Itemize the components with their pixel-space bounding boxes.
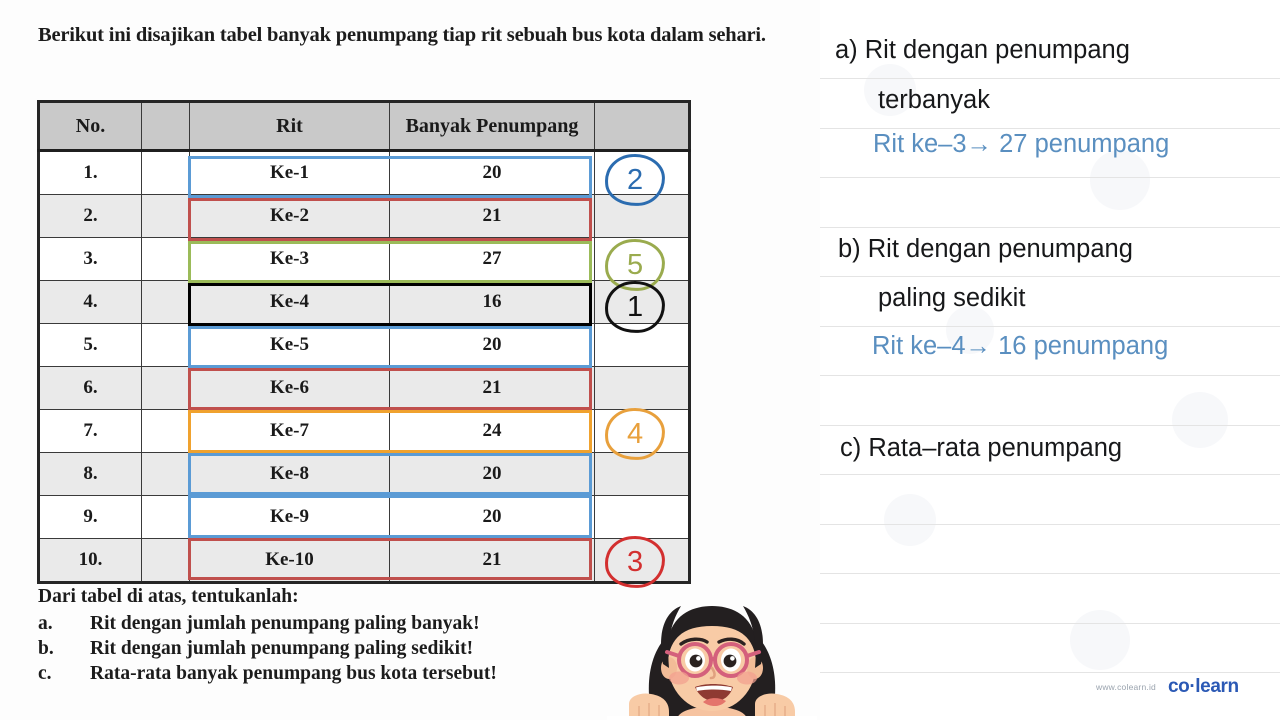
answer-result-line: Rit ke–4→ 16 penumpang [872,332,1169,360]
cell-no: 2. [38,194,142,238]
question-text-c: Rata-rata banyak penumpang bus kota ters… [90,662,497,684]
answer-question-line: terbanyak [878,86,990,114]
notebook-rule-line [820,78,1280,79]
cell-spacer [141,323,190,367]
header-banyak-penumpang: Banyak Penumpang [389,101,595,152]
table-row: 1. Ke-1 20 [38,150,690,195]
table-row: 3. Ke-3 27 [38,237,690,281]
notebook-rule-line [820,276,1280,277]
brand-logo: www.colearn.id co·learn [1096,676,1239,698]
answer-question-line: a) Rit dengan penumpang [835,36,1130,64]
passenger-table: No. Rit Banyak Penumpang 1. Ke-1 20 2. Ke-2 2… [37,100,691,584]
cell-spacer [141,538,190,583]
cell-spacer [141,150,190,195]
cell-no: 7. [38,409,142,453]
question-letter-a: a. [38,612,53,634]
question-item-c: c. Rata-rata banyak penumpang bus kota t… [38,662,638,687]
cell-no: 6. [38,366,142,410]
answer-question-line: paling sedikit [878,284,1026,312]
cell-rit: Ke-9 [189,495,390,539]
question-letter-b: b. [38,637,54,659]
intro-text: Berikut ini disajikan tabel banyak penum… [38,24,766,46]
notebook-rule-line [820,425,1280,426]
table-header-row: No. Rit Banyak Penumpang [38,101,690,152]
cell-jumlah: 27 [389,237,595,281]
cell-jumlah: 16 [389,280,595,324]
cell-no: 9. [38,495,142,539]
cell-mark [594,366,690,410]
notebook-rule-line [820,326,1280,327]
cell-no: 3. [38,237,142,281]
cell-jumlah: 20 [389,495,595,539]
cell-spacer [141,495,190,539]
cell-rit: Ke-8 [189,452,390,496]
table-row: 7. Ke-7 24 [38,409,690,453]
table-row: 4. Ke-4 16 [38,280,690,324]
table-row: 10. Ke-10 21 [38,538,690,583]
site-url-text: www.colearn.id [1096,682,1156,692]
answer-result-line: Rit ke–3→ 27 penumpang [873,130,1170,158]
cell-rit: Ke-7 [189,409,390,453]
cell-jumlah: 21 [389,194,595,238]
notebook-rule-line [820,573,1280,574]
question-text-a: Rit dengan jumlah penumpang paling banya… [90,612,480,634]
table-row: 6. Ke-6 21 [38,366,690,410]
question-letter-c: c. [38,662,52,684]
cell-jumlah: 20 [389,150,595,195]
cell-rit: Ke-3 [189,237,390,281]
notebook-rule-line [820,177,1280,178]
cell-rit: Ke-4 [189,280,390,324]
cell-jumlah: 21 [389,538,595,583]
notebook-rule-line [820,128,1280,129]
cell-rit: Ke-2 [189,194,390,238]
header-spacer [141,101,190,152]
cell-spacer [141,366,190,410]
cell-spacer [141,280,190,324]
cell-jumlah: 24 [389,409,595,453]
mascot-illustration [607,592,817,720]
notebook-rule-line [820,623,1280,624]
cell-no: 1. [38,150,142,195]
header-no: No. [38,101,142,152]
notebook-rule-line [820,474,1280,475]
cell-mark [594,495,690,539]
notebook-rule-line [820,227,1280,228]
cell-spacer [141,409,190,453]
cell-jumlah: 20 [389,323,595,367]
cell-spacer [141,237,190,281]
table-row: 8. Ke-8 20 [38,452,690,496]
header-rit: Rit [189,101,390,152]
answer-notebook-panel: a) Rit dengan penumpang terbanyak Rit ke–3… [820,0,1280,720]
cell-no: 8. [38,452,142,496]
cell-spacer [141,452,190,496]
cell-jumlah: 20 [389,452,595,496]
brand-name-text: co·learn [1167,676,1239,697]
answer-question-line: b) Rit dengan penumpang [838,235,1133,263]
question-text-b: Rit dengan jumlah penumpang paling sedik… [90,637,474,659]
notebook-rule-line [820,672,1280,673]
question-block: Dari tabel di atas, tentukanlah: a. Rit … [38,585,638,687]
notebook-rule-line [820,524,1280,525]
cell-rit: Ke-10 [189,538,390,583]
cell-no: 4. [38,280,142,324]
cell-spacer [141,194,190,238]
header-mark [594,101,690,152]
table-row: 9. Ke-9 20 [38,495,690,539]
notebook-rule-line [820,375,1280,376]
cell-no: 5. [38,323,142,367]
worksheet-panel: Berikut ini disajikan tabel banyak penum… [0,0,820,720]
cell-jumlah: 21 [389,366,595,410]
table-row: 5. Ke-5 20 [38,323,690,367]
cell-rit: Ke-6 [189,366,390,410]
question-item-a: a. Rit dengan jumlah penumpang paling ba… [38,612,638,637]
question-item-b: b. Rit dengan jumlah penumpang paling se… [38,637,638,662]
cell-rit: Ke-5 [189,323,390,367]
table-row: 2. Ke-2 21 [38,194,690,238]
cell-no: 10. [38,538,142,583]
cell-rit: Ke-1 [189,150,390,195]
answer-question-line: c) Rata–rata penumpang [840,434,1123,462]
question-heading: Dari tabel di atas, tentukanlah: [38,586,299,607]
